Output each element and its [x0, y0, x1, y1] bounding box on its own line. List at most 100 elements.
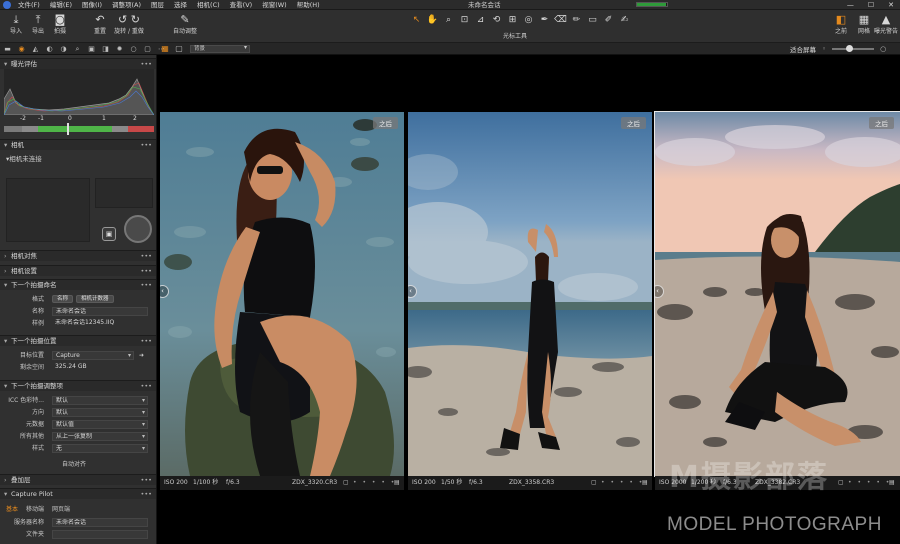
single-view-icon[interactable]: ▢ — [174, 44, 184, 54]
star-rating[interactable]: • • • • • — [601, 476, 644, 490]
menu-icon[interactable]: ▤ — [889, 476, 895, 490]
zoom-out-icon[interactable]: ◦ — [822, 45, 826, 53]
tab-library-icon[interactable]: ▬ — [2, 44, 13, 54]
next-capture-naming-header[interactable]: ▾ 下一个拍摄命名 ••• — [0, 279, 156, 291]
menu-file[interactable]: 文件(F) — [18, 0, 40, 10]
icc-select[interactable]: 默认 — [52, 396, 148, 405]
menu-layers[interactable]: 图层 — [151, 0, 164, 10]
close-button[interactable]: ✕ — [888, 0, 894, 10]
tab-settings-icon[interactable]: ▢ — [142, 44, 153, 54]
format-chip[interactable]: 名称 — [52, 295, 74, 303]
metadata-select[interactable]: 默认值 — [52, 420, 148, 429]
straighten-icon[interactable]: ⊿ — [474, 14, 487, 27]
tab-color-icon[interactable]: ◐ — [44, 44, 55, 54]
heal-brush-icon[interactable]: ✐ — [602, 14, 615, 27]
minimize-button[interactable]: — — [847, 0, 854, 10]
folder-field[interactable] — [52, 530, 148, 539]
star-rating[interactable]: • • • • • — [848, 476, 891, 490]
zoom-in-icon[interactable]: ○ — [880, 45, 886, 53]
menu-adjustments[interactable]: 调整项(A) — [112, 0, 141, 10]
tab-exposure-icon[interactable]: ◑ — [58, 44, 69, 54]
overlay-header[interactable]: › 叠加层 ••• — [0, 474, 156, 486]
pan-hand-icon[interactable]: ✋ — [426, 14, 439, 27]
menu-image[interactable]: 图像(I) — [82, 0, 102, 10]
tab-basic[interactable]: 基本 — [6, 504, 18, 513]
live-view-button[interactable]: ▣ — [102, 227, 116, 241]
shutter-button[interactable] — [124, 215, 152, 243]
menu-view[interactable]: 查看(V) — [230, 0, 253, 10]
capture-pilot-header[interactable]: ▾ Capture Pilot ••• — [0, 488, 156, 500]
more-icon[interactable]: ••• — [140, 266, 152, 277]
camera-settings-header[interactable]: › 相机设置 ••• — [0, 265, 156, 277]
rotate-tool-icon[interactable]: ⟲ — [490, 14, 503, 27]
server-name-field[interactable]: 未命名会话 — [52, 518, 148, 527]
more-icon[interactable]: ••• — [140, 280, 152, 291]
menu-window[interactable]: 视窗(W) — [262, 0, 287, 10]
auto-align-button[interactable]: 自动对齐 — [62, 459, 86, 468]
more-icon[interactable]: ••• — [140, 140, 152, 151]
photo-thumbnail[interactable]: 之后 ‹ — [160, 112, 404, 476]
tab-meta-icon[interactable]: ◨ — [100, 44, 111, 54]
photo-thumbnail-selected[interactable]: 之后 ‹ — [654, 111, 900, 477]
camera-header[interactable]: ▾ 相机 ••• — [0, 139, 156, 151]
brush-icon[interactable]: ✏ — [570, 14, 583, 27]
menu-help[interactable]: 帮助(H) — [297, 0, 320, 10]
exposure-warning-button[interactable]: ▲ 曝光警告 — [872, 13, 900, 37]
fit-screen-label[interactable]: 适合屏幕 — [790, 44, 816, 54]
album-select[interactable]: 背景 — [190, 45, 250, 53]
capture-button[interactable]: ◙ 拍摄 — [45, 13, 75, 37]
camera-focus-header[interactable]: › 相机对焦 ••• — [0, 250, 156, 262]
color-tag-icon[interactable]: ▢ — [591, 476, 597, 490]
menu-icon[interactable]: ▤ — [642, 476, 648, 490]
menu-camera[interactable]: 相机(C) — [197, 0, 220, 10]
tab-capture-icon[interactable]: ◉ — [16, 44, 27, 54]
name-field[interactable]: 未命名会话 — [52, 307, 148, 316]
menu-select[interactable]: 选择 — [174, 0, 187, 10]
photo-thumbnail[interactable]: 之后 ‹ — [408, 112, 652, 476]
zoom-slider[interactable] — [832, 45, 875, 52]
arrow-right-icon[interactable]: ➜ — [139, 350, 144, 361]
color-tag-icon[interactable]: ▢ — [838, 476, 844, 490]
maximize-button[interactable]: ☐ — [868, 0, 874, 10]
spot-removal-icon[interactable]: ◎ — [522, 14, 535, 27]
orientation-select[interactable]: 默认 — [52, 408, 148, 417]
eraser-icon[interactable]: ⌫ — [554, 14, 567, 27]
color-tag-icon[interactable]: ▢ — [343, 476, 349, 490]
style-select[interactable]: 无 — [52, 444, 148, 453]
exposure-evaluation-header[interactable]: ▾ 曝光评估 ••• — [0, 58, 156, 69]
tab-adjust-icon[interactable]: ▣ — [86, 44, 97, 54]
menu-edit[interactable]: 编辑(E) — [50, 0, 72, 10]
multi-view-icon[interactable]: ▦ — [160, 44, 170, 54]
tab-batch-icon[interactable]: ○ — [128, 44, 139, 54]
more-icon[interactable]: ••• — [140, 336, 152, 347]
star-rating[interactable]: • • • • • — [353, 476, 396, 490]
format-chip[interactable]: 相机计数器 — [76, 295, 114, 303]
more-icon[interactable]: ••• — [140, 475, 152, 486]
next-capture-adjust-header[interactable]: ▾ 下一个拍摄调整项 ••• — [0, 380, 156, 392]
tab-details-icon[interactable]: ⌕ — [72, 44, 83, 54]
more-icon[interactable]: ••• — [140, 381, 152, 392]
clone-brush-icon[interactable]: ✍ — [618, 14, 631, 27]
reset-button[interactable]: ↶ 重置 — [85, 13, 115, 37]
tab-lens-icon[interactable]: ◭ — [30, 44, 41, 54]
tab-output-icon[interactable]: ✹ — [114, 44, 125, 54]
zoom-slider-handle[interactable] — [846, 45, 854, 52]
crop-icon[interactable]: ⊡ — [458, 14, 471, 27]
auto-adjust-button[interactable]: ✎ 自动调整 — [168, 13, 202, 37]
more-icon[interactable]: ••• — [140, 251, 152, 262]
tab-web[interactable]: 网页端 — [52, 504, 70, 513]
destination-select[interactable]: Capture — [52, 351, 134, 360]
others-select[interactable]: 从上一张复制 — [52, 432, 148, 441]
format-tokens[interactable]: 名称 相机计数器 — [52, 295, 148, 304]
rotate-redo-button[interactable]: ↺ ↻ 旋转 / 重做 — [112, 13, 146, 37]
zoom-icon[interactable]: ⌕ — [442, 14, 455, 27]
more-icon[interactable]: ••• — [140, 489, 152, 500]
keystone-icon[interactable]: ⊞ — [506, 14, 519, 27]
picker-icon[interactable]: ✒ — [538, 14, 551, 27]
gradient-icon[interactable]: ▭ — [586, 14, 599, 27]
menu-icon[interactable]: ▤ — [394, 476, 400, 490]
next-capture-location-header[interactable]: ▾ 下一个拍摄位置 ••• — [0, 335, 156, 347]
select-cursor-icon[interactable]: ↖ — [410, 14, 423, 27]
app-logo-icon[interactable] — [3, 1, 11, 9]
tab-mobile[interactable]: 移动端 — [26, 504, 44, 513]
